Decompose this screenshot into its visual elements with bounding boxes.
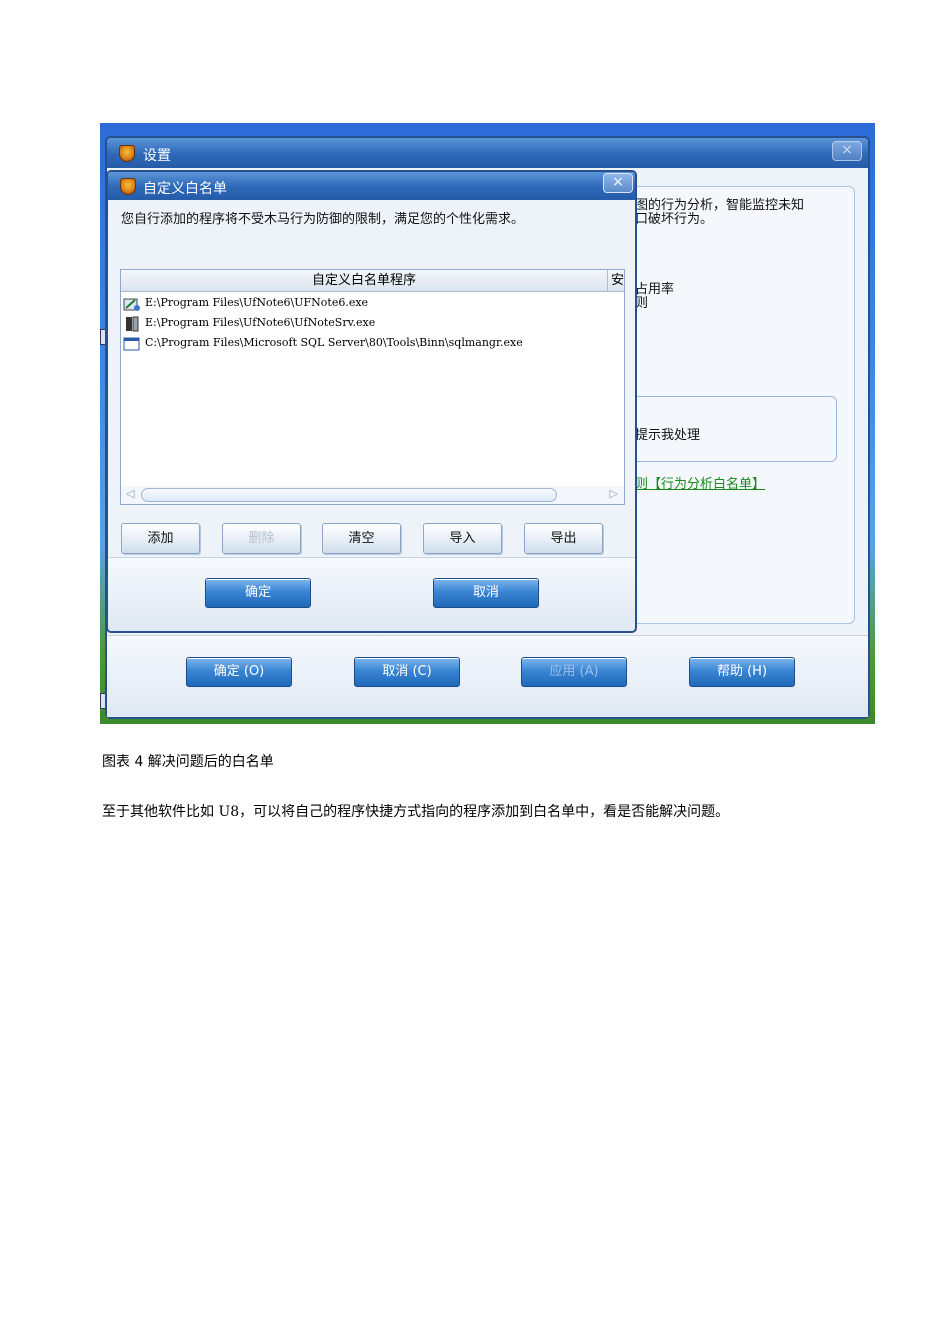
link-label: 【行为分析白名单】 bbox=[648, 477, 766, 492]
whitelist-title: 自定义白名单 bbox=[143, 181, 227, 197]
list-item[interactable]: C:\Program Files\Microsoft SQL Server\80… bbox=[123, 334, 618, 354]
figure-caption: 图表 4 解决问题后的白名单 bbox=[102, 754, 274, 770]
scroll-left-icon[interactable]: ◁ bbox=[126, 487, 134, 500]
import-button[interactable]: 导入 bbox=[423, 523, 502, 554]
whitelist-cancel-button[interactable]: 取消 bbox=[433, 578, 539, 608]
list-header: 自定义白名单程序 安 bbox=[121, 270, 624, 292]
scrollbar-thumb[interactable] bbox=[141, 488, 557, 502]
settings-apply-button[interactable]: 应用 (A) bbox=[521, 657, 627, 687]
whitelist-description: 您自行添加的程序将不受木马行为防御的限制，满足您的个性化需求。 bbox=[121, 212, 525, 227]
whitelist-listbox[interactable]: 自定义白名单程序 安 E:\Program Files\UfNote6\UFNo… bbox=[120, 269, 625, 505]
program-path: C:\Program Files\Microsoft SQL Server\80… bbox=[145, 336, 523, 349]
behavior-whitelist-link[interactable]: 则【行为分析白名单】 bbox=[635, 473, 765, 492]
add-button[interactable]: 添加 bbox=[121, 523, 200, 554]
settings-title: 设置 bbox=[143, 148, 171, 164]
program-path: E:\Program Files\UfNote6\UfNoteSrv.exe bbox=[145, 316, 376, 329]
whitelist-button-bar: 确定 取消 bbox=[108, 557, 635, 631]
clear-button[interactable]: 清空 bbox=[322, 523, 401, 554]
settings-ok-button[interactable]: 确定 (O) bbox=[186, 657, 292, 687]
export-button[interactable]: 导出 bbox=[524, 523, 603, 554]
settings-help-button[interactable]: 帮助 (H) bbox=[689, 657, 795, 687]
delete-button[interactable]: 删除 bbox=[222, 523, 301, 554]
settings-cancel-button[interactable]: 取消 (C) bbox=[354, 657, 460, 687]
whitelist-close-button[interactable]: × bbox=[603, 173, 633, 193]
list-item[interactable]: E:\Program Files\UfNote6\UfNoteSrv.exe bbox=[123, 314, 618, 334]
settings-button-bar: 确定 (O) 取消 (C) 应用 (A) 帮助 (H) bbox=[107, 635, 868, 717]
whitelist-dialog: 自定义白名单 × 您自行添加的程序将不受木马行为防御的限制，满足您的个性化需求。… bbox=[106, 170, 637, 633]
panel-text-line2: 口破坏行为。 bbox=[635, 212, 714, 227]
horizontal-scrollbar[interactable]: ◁ ▷ bbox=[121, 486, 624, 504]
app-icon bbox=[123, 298, 140, 311]
app-shield-icon bbox=[119, 145, 135, 162]
app-shield-icon bbox=[120, 178, 136, 195]
settings-title-bar[interactable]: 设置 × bbox=[107, 138, 868, 168]
screenshot-image: 设置 × 图的行为分析，智能监控未知 口破坏行为。 占用率 则 提示我处理 则【… bbox=[100, 123, 875, 724]
body-paragraph: 至于其他软件比如 U8，可以将自己的程序快捷方式指向的程序添加到白名单中，看是否… bbox=[102, 804, 730, 820]
panel-text-line5: 提示我处理 bbox=[635, 428, 701, 443]
settings-close-button[interactable]: × bbox=[832, 141, 862, 161]
scroll-right-icon[interactable]: ▷ bbox=[610, 487, 618, 500]
whitelist-ok-button[interactable]: 确定 bbox=[205, 578, 311, 608]
column-header-truncated[interactable]: 安 bbox=[611, 270, 624, 291]
program-path: E:\Program Files\UfNote6\UFNote6.exe bbox=[145, 296, 369, 309]
whitelist-title-bar[interactable]: 自定义白名单 × bbox=[108, 172, 635, 200]
window-icon bbox=[123, 337, 140, 351]
list-item[interactable]: E:\Program Files\UfNote6\UFNote6.exe bbox=[123, 294, 618, 314]
column-header-program[interactable]: 自定义白名单程序 bbox=[121, 270, 608, 291]
server-icon bbox=[126, 316, 139, 332]
